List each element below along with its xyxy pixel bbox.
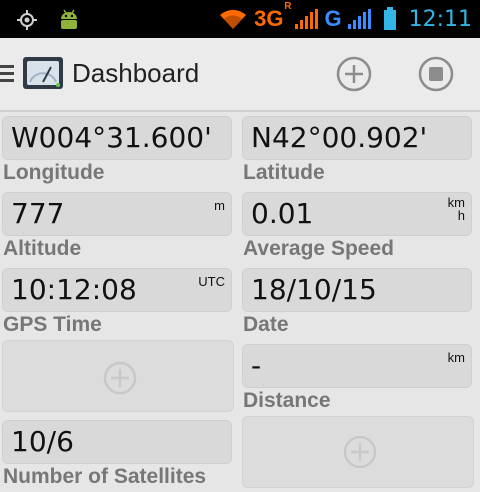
satellites-field: 10/6 <box>2 420 232 464</box>
signal-bars-blue-icon <box>347 9 371 29</box>
action-bar: Dashboard <box>0 38 480 112</box>
wifi-icon <box>220 9 247 29</box>
network-g-indicator: G <box>324 6 342 31</box>
distance-field: - km <box>242 344 472 388</box>
gps-time-value: 10:12:08 <box>11 273 137 306</box>
add-circle-icon[interactable] <box>336 56 372 92</box>
app-title: Dashboard <box>72 58 200 88</box>
distance-value: - <box>251 349 262 382</box>
date-field: 18/10/15 <box>242 268 472 312</box>
battery-icon <box>383 7 396 30</box>
empty-slot-background <box>242 416 474 488</box>
gps-target-icon <box>17 10 37 30</box>
latitude-label: Latitude <box>243 161 325 184</box>
date-value: 18/10/15 <box>251 273 377 306</box>
average-speed-label: Average Speed <box>243 237 394 260</box>
longitude-field: W004°31.600' <box>2 116 232 160</box>
latitude-value: N42°00.902' <box>251 121 428 154</box>
altitude-unit: m <box>214 198 225 213</box>
add-widget-icon[interactable] <box>103 361 137 395</box>
status-bar: 3G R G 12:11 <box>0 0 480 38</box>
network-3g-indicator: 3G R <box>254 1 292 31</box>
gps-time-label: GPS Time <box>3 313 102 336</box>
longitude-label: Longitude <box>3 161 105 184</box>
altitude-label: Altitude <box>3 237 82 260</box>
gps-time-unit: UTC <box>198 274 225 289</box>
average-speed-unit: km h <box>447 195 465 223</box>
signal-bars-orange-icon <box>295 9 319 29</box>
satellites-value: 10/6 <box>11 425 74 458</box>
distance-unit: km <box>447 350 465 365</box>
dashboard-gauge-icon[interactable] <box>22 56 64 90</box>
date-label: Date <box>243 313 289 336</box>
empty-slot-background <box>2 340 234 412</box>
android-debug-icon <box>61 9 77 29</box>
gps-time-field: 10:12:08 UTC <box>2 268 232 312</box>
altitude-field: 777 m <box>2 192 232 236</box>
distance-label: Distance <box>243 389 331 412</box>
average-speed-value: 0.01 <box>251 197 314 230</box>
status-right-icons: 3G R G 12:11 <box>218 1 472 34</box>
altitude-value: 777 <box>11 197 65 230</box>
status-left-icons <box>16 7 82 33</box>
latitude-field: N42°00.902' <box>242 116 472 160</box>
status-clock: 12:11 <box>408 6 472 32</box>
menu-icon[interactable] <box>0 65 14 83</box>
longitude-value: W004°31.600' <box>11 121 212 154</box>
average-speed-field: 0.01 km h <box>242 192 472 236</box>
satellites-label: Number of Satellites <box>3 465 207 488</box>
stop-circle-icon[interactable] <box>418 56 454 92</box>
add-widget-icon[interactable] <box>343 435 377 469</box>
